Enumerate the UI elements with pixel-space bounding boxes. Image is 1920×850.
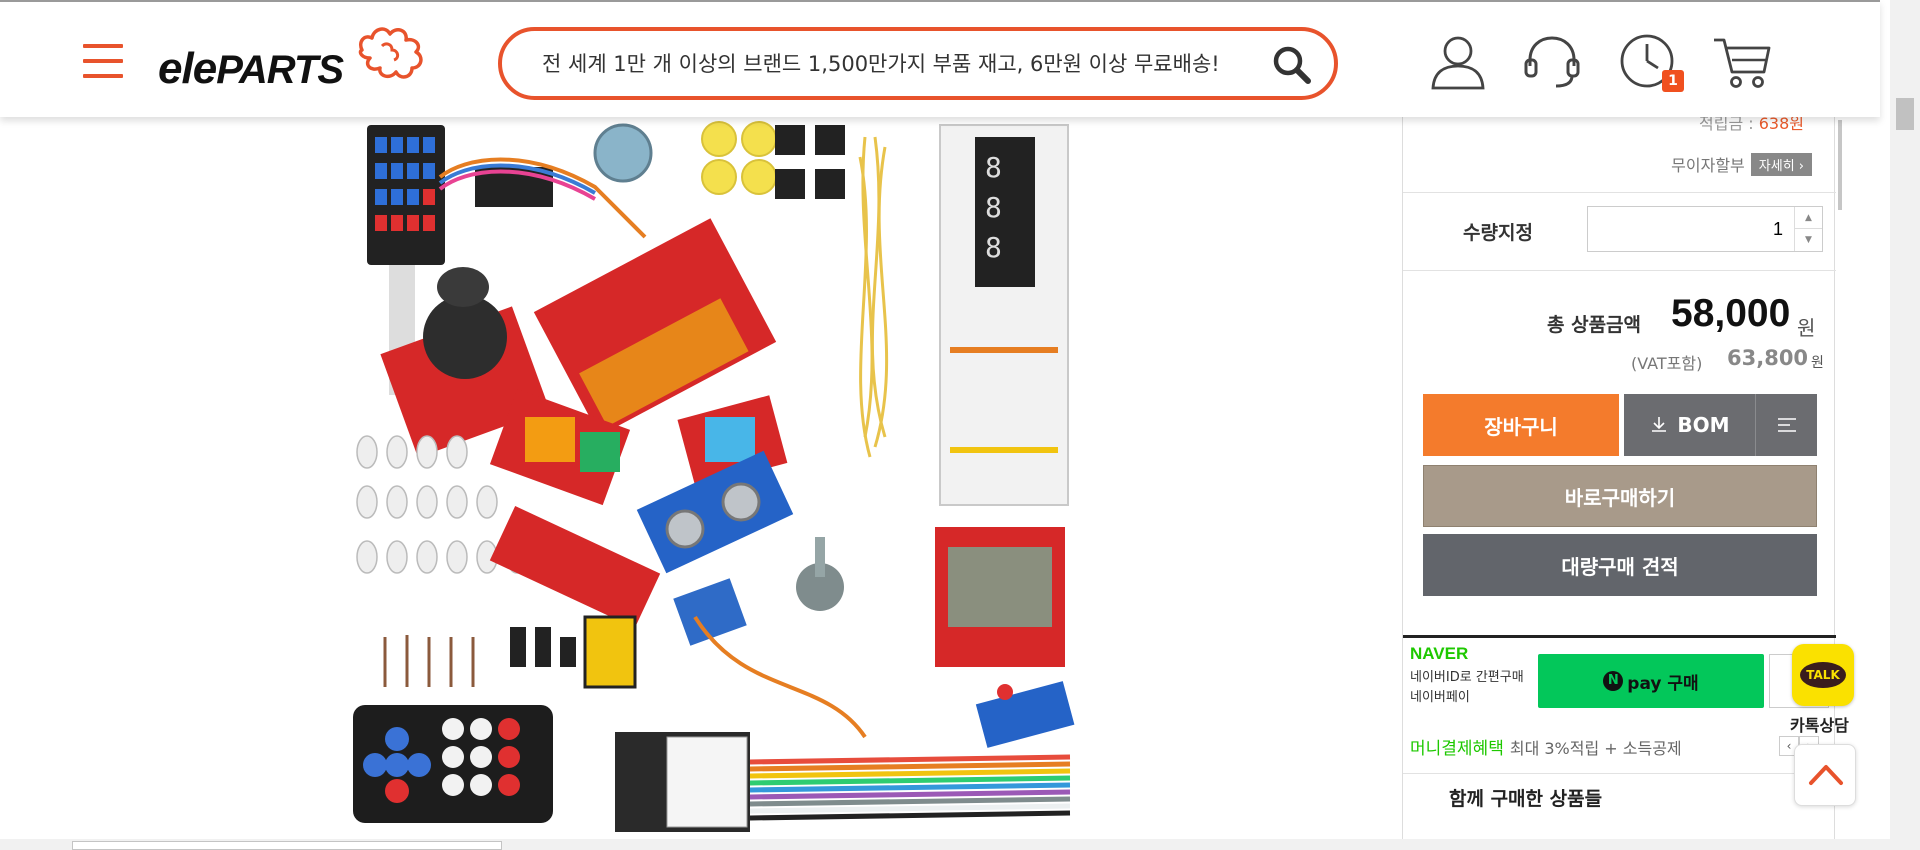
divider	[1403, 773, 1836, 774]
installment-row: 무이자할부 자세히 ›	[1671, 152, 1812, 176]
kakaotalk-chat-button[interactable]: TALK	[1792, 644, 1854, 706]
total-price-value: 58,000	[1671, 292, 1791, 335]
naver-desc-line: 네이버페이	[1410, 690, 1470, 705]
scroll-top-icon	[1809, 765, 1843, 785]
npay-logo-icon: N	[1603, 671, 1624, 691]
npay-label: pay 구매	[1627, 673, 1699, 694]
bom-list-button[interactable]	[1755, 394, 1817, 456]
svg-text:8: 8	[985, 151, 1002, 184]
user-icon[interactable]	[1428, 32, 1488, 92]
cart-icon[interactable]	[1712, 32, 1772, 92]
menu-icon[interactable]	[83, 44, 123, 80]
buy-now-button[interactable]: 바로구매하기	[1423, 465, 1817, 527]
search-input[interactable]	[542, 44, 1262, 84]
download-icon	[1652, 417, 1667, 432]
naver-desc-line: 네이버ID로 간편구매	[1410, 670, 1524, 685]
kakao-talk-icon: TALK	[1800, 662, 1846, 688]
headset-icon[interactable]	[1522, 32, 1582, 92]
kakaotalk-label: 카톡상담	[1790, 716, 1849, 735]
naver-logo: NAVER	[1410, 644, 1469, 663]
site-header: elePARTS 1	[0, 0, 1880, 117]
add-to-cart-button[interactable]: 장바구니	[1423, 394, 1619, 456]
bom-download-button[interactable]: BOM	[1624, 394, 1755, 456]
svg-text:8: 8	[985, 231, 1002, 264]
list-icon	[1777, 418, 1796, 432]
quantity-input[interactable]	[1588, 207, 1793, 251]
divider	[1403, 192, 1836, 193]
recent-count-badge: 1	[1662, 70, 1684, 92]
search-icon[interactable]	[1270, 43, 1314, 87]
eleparts-logo[interactable]: elePARTS	[158, 20, 430, 100]
quantity-decrease-button[interactable]: ▼	[1794, 229, 1822, 251]
quantity-label: 수량지정	[1463, 222, 1533, 244]
total-price-label: 총 상품금액	[1547, 314, 1642, 336]
scroll-top-button[interactable]	[1794, 744, 1856, 806]
bulk-quote-button[interactable]: 대량구매 견적	[1423, 534, 1817, 596]
money-benefit-row: 머니결제혜택 최대 3%적립 + 소득공제	[1410, 734, 1682, 759]
vat-price-value: 63,800	[1727, 346, 1809, 370]
page-root: { "header": { "logo_text_a": "e", "logo_…	[0, 0, 1920, 850]
panel-scrollbar[interactable]	[1838, 120, 1842, 210]
quantity-stepper: ▲ ▼	[1587, 206, 1823, 252]
bought-together-title: 함께 구매한 상품들	[1449, 788, 1603, 810]
installment-label: 무이자할부	[1671, 156, 1745, 175]
divider	[1403, 270, 1836, 271]
svg-text:8: 8	[985, 191, 1002, 224]
logo-wordmark: elePARTS	[158, 44, 344, 93]
horizontal-scrollbar-thumb[interactable]	[72, 841, 502, 850]
search-bar	[498, 27, 1338, 100]
vat-price-unit: 원	[1811, 355, 1824, 371]
naver-description: 네이버ID로 간편구매 네이버페이	[1410, 668, 1524, 708]
npay-buy-button[interactable]: N pay 구매	[1538, 654, 1764, 708]
recent-view-button[interactable]: 1	[1618, 32, 1684, 92]
installment-detail-button[interactable]: 자세히 ›	[1750, 152, 1812, 176]
product-image: 8 8 8	[345, 117, 1080, 835]
money-benefit-label: 머니결제혜택	[1410, 739, 1504, 759]
vat-label: (VAT포함)	[1631, 354, 1703, 373]
naver-pay-section: NAVER 네이버ID로 간편구매 네이버페이 N pay 구매 머니결제혜택 최…	[1403, 635, 1836, 850]
money-benefit-detail: 최대 3%적립 + 소득공제	[1509, 739, 1682, 758]
bom-label: BOM	[1677, 413, 1730, 437]
purchase-panel: 적립금 : 638원 무이자할부 자세히 › 수량지정 ▲ ▼ 총 상품금액 5…	[1402, 110, 1836, 850]
total-price-unit: 원	[1797, 316, 1816, 340]
puzzle-logo-icon	[358, 27, 423, 79]
vertical-scrollbar-thumb[interactable]	[1896, 98, 1914, 130]
quantity-increase-button[interactable]: ▲	[1794, 207, 1822, 229]
